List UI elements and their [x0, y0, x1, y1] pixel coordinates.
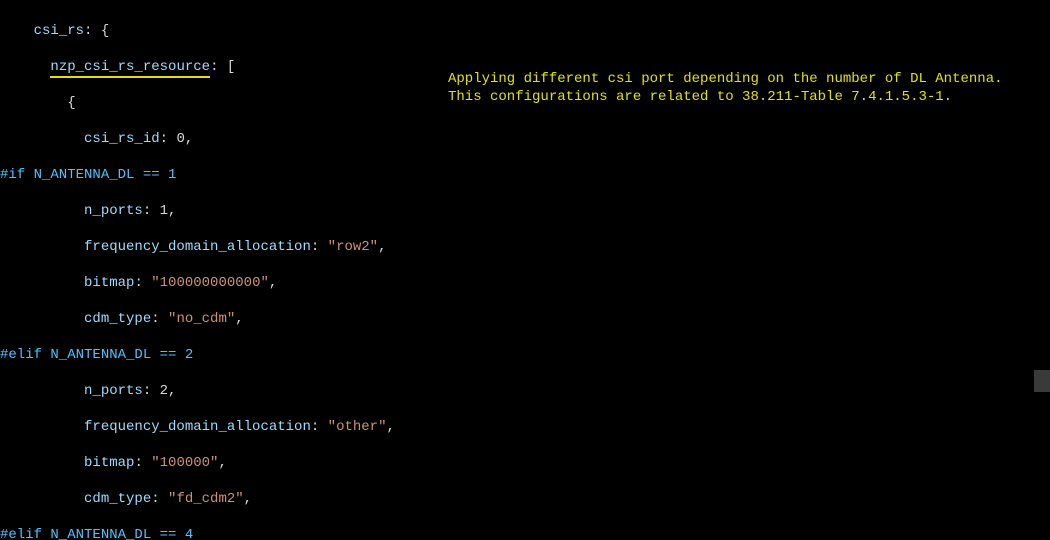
key-csi-rs-id: csi_rs_id — [84, 131, 160, 147]
scrollbar-thumb[interactable] — [1034, 370, 1050, 392]
code-text — [0, 59, 50, 75]
code-text — [0, 131, 84, 147]
code-text: : 2, — [143, 383, 177, 399]
key-cdm-type: cdm_type — [84, 311, 151, 327]
string-value: "100000" — [151, 455, 218, 471]
annotation-line-1: Applying different csi port depending on… — [448, 71, 1003, 87]
code-text: : — [134, 275, 151, 291]
code-text: : — [134, 455, 151, 471]
string-value: "row2" — [328, 239, 378, 255]
string-value: "no_cdm" — [168, 311, 235, 327]
code-text — [0, 455, 84, 471]
code-text: : — [311, 239, 328, 255]
key-bitmap: bitmap — [84, 275, 134, 291]
code-text: : { — [84, 23, 109, 39]
key-freq-domain-alloc: frequency_domain_allocation — [84, 239, 311, 255]
key-nzp-csi-rs-resource: nzp_csi_rs_resource — [50, 59, 210, 78]
code-text: , — [235, 311, 243, 327]
code-text — [0, 275, 84, 291]
code-text: : — [311, 419, 328, 435]
preprocessor-if-1: #if N_ANTENNA_DL == 1 — [0, 167, 176, 183]
code-text — [0, 419, 84, 435]
code-text: , — [386, 419, 394, 435]
preprocessor-elif-4: #elif N_ANTENNA_DL == 4 — [0, 527, 193, 540]
code-text: : [ — [210, 59, 235, 75]
code-text: : — [151, 491, 168, 507]
annotation-line-2: This configurations are related to 38.21… — [448, 89, 952, 105]
code-text: : 1, — [143, 203, 177, 219]
preprocessor-elif-2: #elif N_ANTENNA_DL == 2 — [0, 347, 193, 363]
key-n-ports: n_ports — [84, 383, 143, 399]
code-text: { — [0, 95, 76, 111]
code-text — [0, 239, 84, 255]
code-text — [0, 23, 34, 39]
code-text: , — [218, 455, 226, 471]
string-value: "fd_cdm2" — [168, 491, 244, 507]
key-freq-domain-alloc: frequency_domain_allocation — [84, 419, 311, 435]
code-text: , — [244, 491, 252, 507]
code-text — [0, 203, 84, 219]
code-text — [0, 383, 84, 399]
key-cdm-type: cdm_type — [84, 491, 151, 507]
key-n-ports: n_ports — [84, 203, 143, 219]
code-text: : 0, — [160, 131, 194, 147]
string-value: "other" — [328, 419, 387, 435]
code-text: : — [151, 311, 168, 327]
code-text — [0, 491, 84, 507]
key-bitmap: bitmap — [84, 455, 134, 471]
key-csi-rs: csi_rs — [34, 23, 84, 39]
code-text: , — [378, 239, 386, 255]
code-text — [0, 311, 84, 327]
annotation-note: Applying different csi port depending on… — [448, 52, 1003, 106]
string-value: "100000000000" — [151, 275, 269, 291]
code-text: , — [269, 275, 277, 291]
